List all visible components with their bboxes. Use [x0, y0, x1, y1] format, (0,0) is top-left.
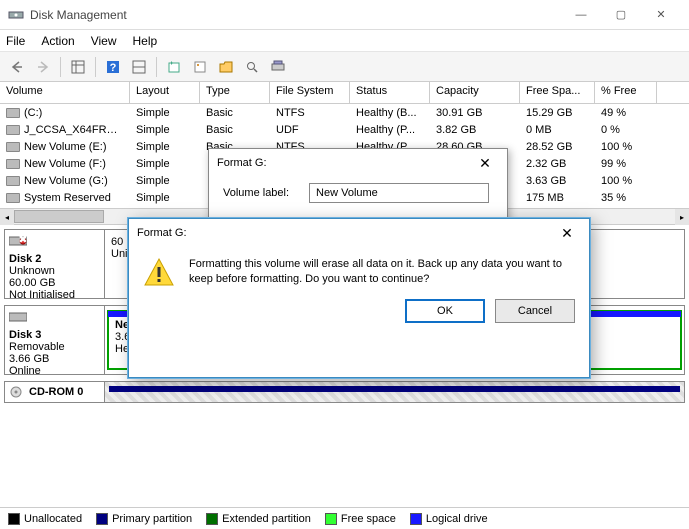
- menubar: File Action View Help: [0, 30, 689, 52]
- format-dialog[interactable]: Format G: ✕ Volume label:: [208, 148, 508, 228]
- swatch-primary: [96, 513, 108, 525]
- col-pctfree[interactable]: % Free: [595, 82, 657, 103]
- table-row[interactable]: (C:)SimpleBasicNTFSHealthy (B...30.91 GB…: [0, 104, 689, 121]
- swatch-logical: [410, 513, 422, 525]
- cancel-button[interactable]: Cancel: [495, 299, 575, 323]
- disk-name: Disk 3: [9, 329, 100, 341]
- toolbar: ?: [0, 52, 689, 82]
- view-list-icon[interactable]: [67, 56, 89, 78]
- menu-action[interactable]: Action: [41, 34, 74, 48]
- view-detail-icon[interactable]: [128, 56, 150, 78]
- col-freespace[interactable]: Free Spa...: [520, 82, 595, 103]
- disk-type: Removable: [9, 341, 100, 353]
- cdrom-icon: [9, 386, 25, 398]
- disk-size: 3.66 GB: [9, 353, 100, 365]
- dialog-title: Format G:: [137, 227, 187, 239]
- disk-status: Online: [9, 365, 100, 377]
- col-capacity[interactable]: Capacity: [430, 82, 520, 103]
- disk-size: 60.00 GB: [9, 277, 100, 289]
- disk-status: Not Initialised: [9, 289, 100, 301]
- menu-help[interactable]: Help: [133, 34, 158, 48]
- dialog-titlebar[interactable]: Format G: ✕: [209, 149, 507, 177]
- close-icon[interactable]: ✕: [553, 225, 581, 242]
- col-filesystem[interactable]: File System: [270, 82, 350, 103]
- col-layout[interactable]: Layout: [130, 82, 200, 103]
- disk-info: ✖ Disk 2 Unknown 60.00 GB Not Initialise…: [5, 230, 105, 298]
- close-icon[interactable]: ✕: [471, 155, 499, 172]
- volume-label-input[interactable]: [309, 183, 489, 203]
- maximize-button[interactable]: ▢: [601, 1, 641, 29]
- scroll-thumb[interactable]: [14, 210, 104, 223]
- dialog-titlebar[interactable]: Format G: ✕: [129, 219, 589, 247]
- col-status[interactable]: Status: [350, 82, 430, 103]
- volume-label-text: Volume label:: [223, 187, 289, 199]
- dialog-message: Formatting this volume will erase all da…: [189, 257, 575, 289]
- col-volume[interactable]: Volume: [0, 82, 130, 103]
- table-row[interactable]: J_CCSA_X64FRE_E...SimpleBasicUDFHealthy …: [0, 121, 689, 138]
- disk-bar[interactable]: [105, 382, 684, 402]
- disk-name: Disk 2: [9, 253, 100, 265]
- scroll-left-arrow[interactable]: ◂: [0, 209, 14, 225]
- volume-grid-header: Volume Layout Type File System Status Ca…: [0, 82, 689, 104]
- app-icon: [8, 7, 24, 23]
- swatch-unallocated: [8, 513, 20, 525]
- dialog-title: Format G:: [217, 157, 267, 169]
- window-title: Disk Management: [30, 8, 561, 22]
- open-icon[interactable]: [215, 56, 237, 78]
- minimize-button[interactable]: —: [561, 1, 601, 29]
- close-button[interactable]: ✕: [641, 1, 681, 29]
- swatch-extended: [206, 513, 218, 525]
- swatch-freespace: [325, 513, 337, 525]
- forward-button[interactable]: [32, 56, 54, 78]
- svg-text:?: ?: [110, 62, 117, 74]
- back-button[interactable]: [6, 56, 28, 78]
- menu-file[interactable]: File: [6, 34, 25, 48]
- search-icon[interactable]: [241, 56, 263, 78]
- removable-icon: [9, 310, 100, 327]
- disk-info: Disk 3 Removable 3.66 GB Online: [5, 306, 105, 374]
- disk-type: Unknown: [9, 265, 100, 277]
- format-confirm-dialog[interactable]: Format G: ✕ Formatting this volume will …: [128, 218, 590, 378]
- help-icon[interactable]: ?: [102, 56, 124, 78]
- svg-text:✖: ✖: [18, 234, 27, 246]
- ok-button[interactable]: OK: [405, 299, 485, 323]
- col-type[interactable]: Type: [200, 82, 270, 103]
- titlebar[interactable]: Disk Management — ▢ ✕: [0, 0, 689, 30]
- menu-view[interactable]: View: [91, 34, 117, 48]
- disk-icon[interactable]: [267, 56, 289, 78]
- legend: Unallocated Primary partition Extended p…: [0, 507, 689, 529]
- refresh-icon[interactable]: [163, 56, 185, 78]
- disk-name: CD-ROM 0: [29, 386, 83, 398]
- properties-icon[interactable]: [189, 56, 211, 78]
- disk-row-cdrom[interactable]: CD-ROM 0: [4, 381, 685, 403]
- disk-info: CD-ROM 0: [5, 382, 105, 402]
- disk-type-icon: ✖: [9, 234, 100, 251]
- warning-icon: [143, 257, 175, 289]
- scroll-right-arrow[interactable]: ▸: [675, 209, 689, 225]
